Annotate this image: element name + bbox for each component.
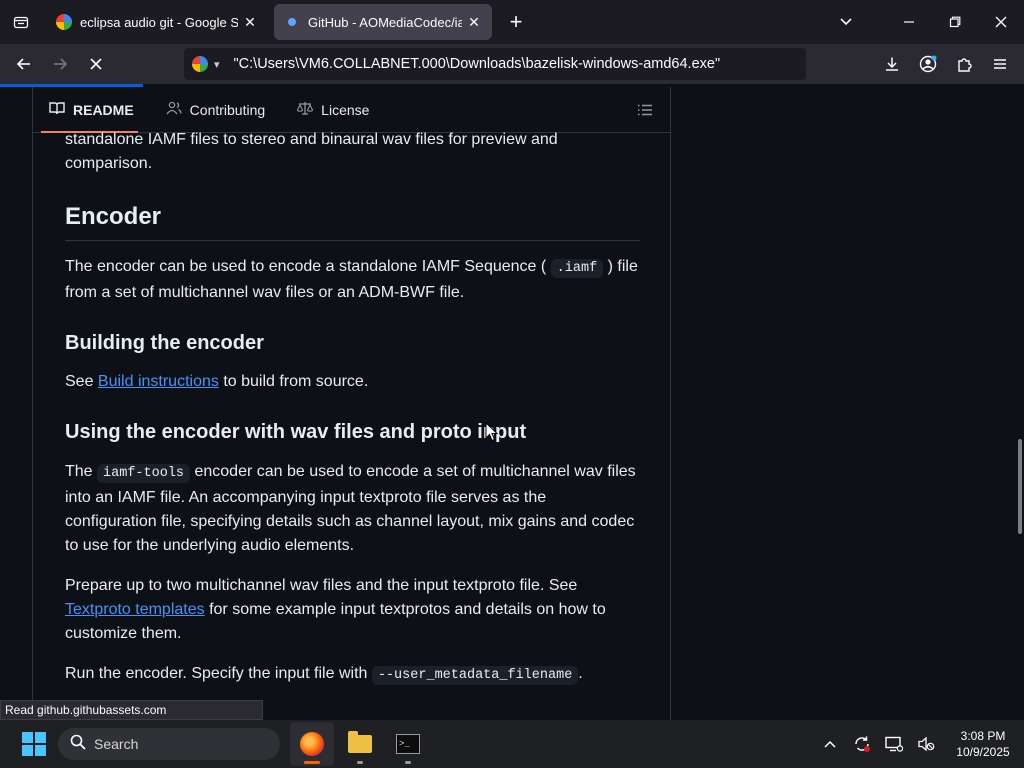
close-tab-icon[interactable]: ✕ [242, 14, 258, 31]
firefox-icon [300, 732, 324, 756]
running-indicator [357, 761, 363, 764]
search-icon [70, 734, 86, 755]
menu-icon[interactable] [982, 48, 1018, 80]
windows-taskbar: Search >_ 3:08 PM 10/9/2025 [0, 720, 1024, 768]
clock-date: 10/9/2025 [956, 745, 1010, 759]
intro-paragraph: standalone IAMF files to stereo and bina… [65, 131, 558, 172]
back-icon[interactable] [6, 48, 42, 80]
system-tray: 3:08 PM 10/9/2025 [814, 720, 1024, 768]
taskbar-search[interactable]: Search [58, 728, 280, 760]
file-explorer-icon [348, 731, 372, 753]
tab-contributing[interactable]: Contributing [150, 87, 282, 133]
page-scrollbar-thumb[interactable] [1018, 439, 1022, 534]
navigation-toolbar: ▾ "C:\Users\VM6.COLLABNET.000\Downloads\… [0, 44, 1024, 84]
network-icon[interactable] [878, 724, 910, 764]
text-run: Prepare up to two multichannel wav files… [65, 577, 578, 594]
close-tab-icon[interactable]: ✕ [466, 14, 482, 31]
readme-tabs: README Contributing License [33, 87, 670, 133]
text-run: . [578, 665, 583, 682]
forward-icon[interactable] [42, 48, 78, 80]
tab-license[interactable]: License [281, 87, 385, 133]
tab-label: README [73, 101, 134, 118]
tab-title: GitHub - AOMediaCodec/iamf-tools [308, 14, 462, 30]
textproto-templates-link[interactable]: Textproto templates [65, 601, 205, 618]
heading-building-encoder: Building the encoder [65, 332, 264, 354]
inline-code: --user_metadata_filename [371, 666, 579, 685]
readme-article: standalone IAMF files to stereo and bina… [65, 131, 640, 688]
mouse-cursor-icon [485, 422, 499, 442]
restore-icon[interactable] [932, 0, 978, 44]
chevron-down-icon[interactable] [826, 0, 866, 44]
book-icon [49, 101, 65, 118]
prepare-paragraph: Prepare up to two multichannel wav files… [65, 574, 640, 646]
build-paragraph: See Build instructions to build from sou… [65, 370, 640, 394]
google-icon [56, 14, 72, 30]
law-icon [297, 101, 314, 118]
page-content: README Contributing License standalone I… [0, 87, 1024, 720]
account-icon[interactable] [910, 48, 946, 80]
chevron-up-icon[interactable] [814, 724, 846, 764]
text-run: Run the encoder. Specify the input file … [65, 665, 372, 682]
chevron-down-icon[interactable]: ▾ [214, 58, 220, 71]
inline-code: iamf-tools [97, 464, 191, 483]
toolbar-right-buttons [874, 44, 1024, 84]
new-tab-button[interactable]: + [498, 4, 534, 40]
minimize-icon[interactable] [886, 0, 932, 44]
browser-tab-strip: eclipsa audio git - Google Search ✕ GitH… [0, 0, 1024, 44]
people-icon [166, 101, 182, 118]
inline-code: .iamf [550, 259, 604, 278]
system-clock[interactable]: 3:08 PM 10/9/2025 [942, 728, 1024, 760]
tab-google-search[interactable]: eclipsa audio git - Google Search ✕ [46, 4, 268, 40]
clock-time: 3:08 PM [960, 729, 1006, 743]
tab-list-icon[interactable] [0, 0, 42, 44]
table-of-contents-icon[interactable] [634, 99, 656, 121]
downloads-icon[interactable] [874, 48, 910, 80]
terminal-icon: >_ [396, 734, 420, 754]
build-instructions-link[interactable]: Build instructions [98, 373, 219, 390]
windows-start-icon[interactable] [14, 724, 54, 764]
volume-muted-icon[interactable] [910, 724, 942, 764]
run-paragraph: Run the encoder. Specify the input file … [65, 662, 640, 688]
tab-label: License [321, 101, 370, 118]
running-indicator [405, 761, 411, 764]
tab-title: eclipsa audio git - Google Search [80, 14, 238, 30]
text-run: The [65, 463, 98, 480]
using-paragraph: The iamf-tools encoder can be used to en… [65, 460, 640, 558]
text-run: to build from source. [218, 373, 369, 390]
tab-label: Contributing [189, 101, 266, 118]
file-explorer-taskbar-button[interactable] [338, 722, 382, 766]
url-text[interactable]: "C:\Users\VM6.COLLABNET.000\Downloads\ba… [234, 56, 721, 72]
sync-icon[interactable] [846, 724, 878, 764]
address-bar[interactable]: ▾ "C:\Users\VM6.COLLABNET.000\Downloads\… [184, 48, 806, 80]
terminal-taskbar-button[interactable]: >_ [386, 722, 430, 766]
text-run: See [65, 373, 98, 390]
status-bar: Read github.githubassets.com [0, 700, 263, 720]
tab-readme[interactable]: README [33, 87, 150, 133]
running-indicator [304, 761, 320, 764]
firefox-taskbar-button[interactable] [290, 722, 334, 766]
heading-encoder: Encoder [65, 202, 640, 241]
stop-loading-icon[interactable] [78, 48, 114, 80]
readme-panel: README Contributing License standalone I… [32, 87, 671, 720]
encoder-paragraph: The encoder can be used to encode a stan… [65, 255, 640, 305]
search-label: Search [94, 736, 139, 752]
extensions-icon[interactable] [946, 48, 982, 80]
search-engine-icon[interactable] [192, 56, 208, 72]
tab-github[interactable]: GitHub - AOMediaCodec/iamf-tools ✕ [274, 4, 492, 40]
close-window-icon[interactable] [978, 0, 1024, 44]
text-run: The encoder can be used to encode a stan… [65, 258, 547, 275]
github-icon [288, 18, 296, 26]
heading-using-encoder: Using the encoder with wav files and pro… [65, 421, 527, 443]
